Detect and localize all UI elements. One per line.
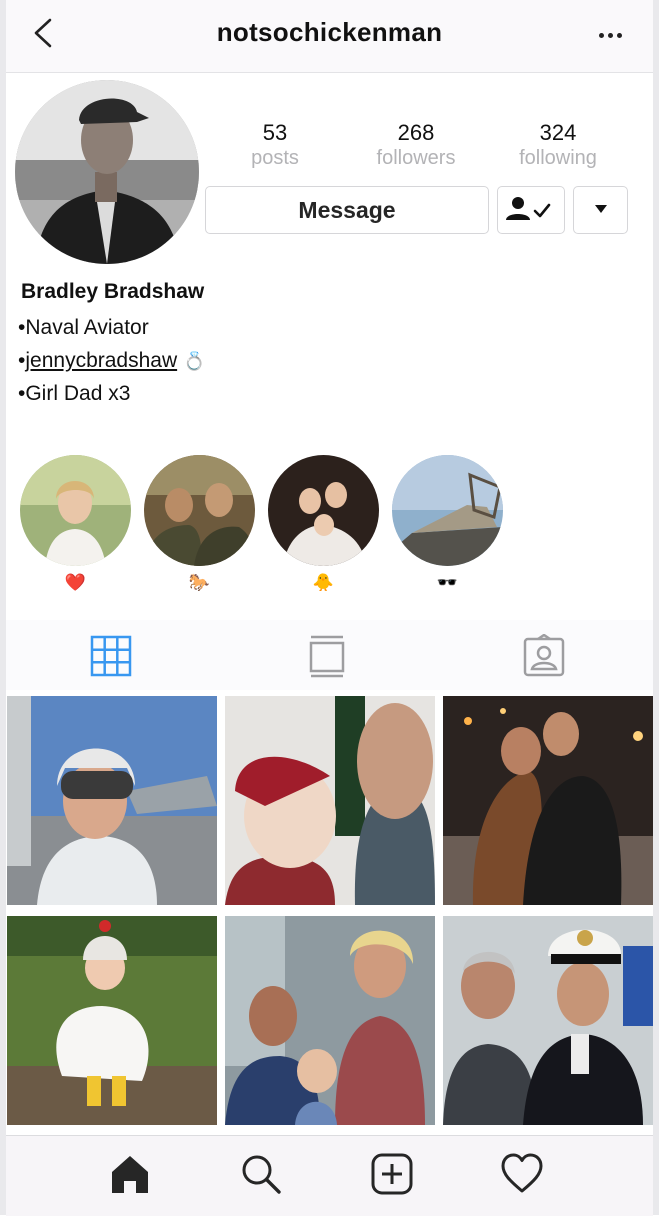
- stat-following[interactable]: 324 following: [493, 120, 623, 170]
- post-thumbnail-1[interactable]: [7, 696, 217, 905]
- story-highlight-1[interactable]: ❤️: [20, 455, 131, 594]
- more-horizontal-icon[interactable]: [597, 30, 625, 40]
- profile-full-name: Bradley Bradshaw: [21, 280, 205, 303]
- bottom-navigation: [6, 1135, 653, 1216]
- stat-posts-label: posts: [251, 147, 299, 169]
- highlight-cover: [268, 455, 379, 566]
- caret-down-icon: [595, 205, 607, 213]
- tagged-icon[interactable]: [522, 634, 566, 678]
- horse-emoji: 🐎: [188, 573, 211, 592]
- avatar: [15, 80, 199, 264]
- stat-followers-label: followers: [376, 147, 456, 169]
- highlight-cover: [392, 455, 503, 566]
- bio-line-1: •Naval Aviator: [18, 316, 149, 339]
- person-check-icon: [506, 197, 551, 220]
- search-icon[interactable]: [239, 1152, 283, 1196]
- post-thumbnail-3[interactable]: [443, 696, 653, 905]
- story-highlight-3[interactable]: 🐥: [268, 455, 379, 594]
- stat-following-value: 324: [539, 120, 577, 145]
- stat-followers[interactable]: 268 followers: [351, 120, 481, 170]
- post-thumbnail-6[interactable]: [443, 916, 653, 1125]
- add-icon[interactable]: [370, 1152, 414, 1196]
- post-thumbnail-4[interactable]: [7, 916, 217, 1125]
- post-thumbnail-2[interactable]: [225, 696, 435, 905]
- story-highlight-2[interactable]: 🐎: [144, 455, 255, 594]
- ring-emoji: 💍: [182, 351, 206, 371]
- heart-icon[interactable]: [500, 1152, 544, 1196]
- bio-line-2: •jennycbradshaw 💍: [18, 349, 205, 373]
- post-thumbnail-5[interactable]: [225, 916, 435, 1125]
- highlight-cover: [20, 455, 131, 566]
- grid-icon[interactable]: [89, 634, 133, 678]
- story-highlight-4[interactable]: 🕶️: [392, 455, 503, 594]
- highlight-cover: [144, 455, 255, 566]
- stat-posts-value: 53: [262, 120, 288, 145]
- stat-posts[interactable]: 53 posts: [210, 120, 340, 170]
- top-bar: notsochickenman: [6, 0, 653, 73]
- message-button[interactable]: Message: [205, 186, 489, 234]
- stat-following-label: following: [519, 147, 597, 169]
- sunglasses-emoji: 🕶️: [436, 573, 459, 592]
- home-icon[interactable]: [108, 1152, 152, 1196]
- suggested-dropdown-button[interactable]: [573, 186, 628, 234]
- chick-emoji: 🐥: [312, 573, 335, 592]
- bio-link-jennycbradshaw[interactable]: jennycbradshaw: [25, 349, 177, 372]
- heart-emoji: ❤️: [64, 573, 87, 592]
- profile-tab-bar: [6, 620, 653, 690]
- profile-username: notsochickenman: [216, 17, 443, 47]
- bio-line-3: •Girl Dad x3: [18, 382, 131, 405]
- feed-icon[interactable]: [305, 634, 349, 678]
- stat-followers-value: 268: [397, 120, 435, 145]
- following-button[interactable]: [497, 186, 565, 234]
